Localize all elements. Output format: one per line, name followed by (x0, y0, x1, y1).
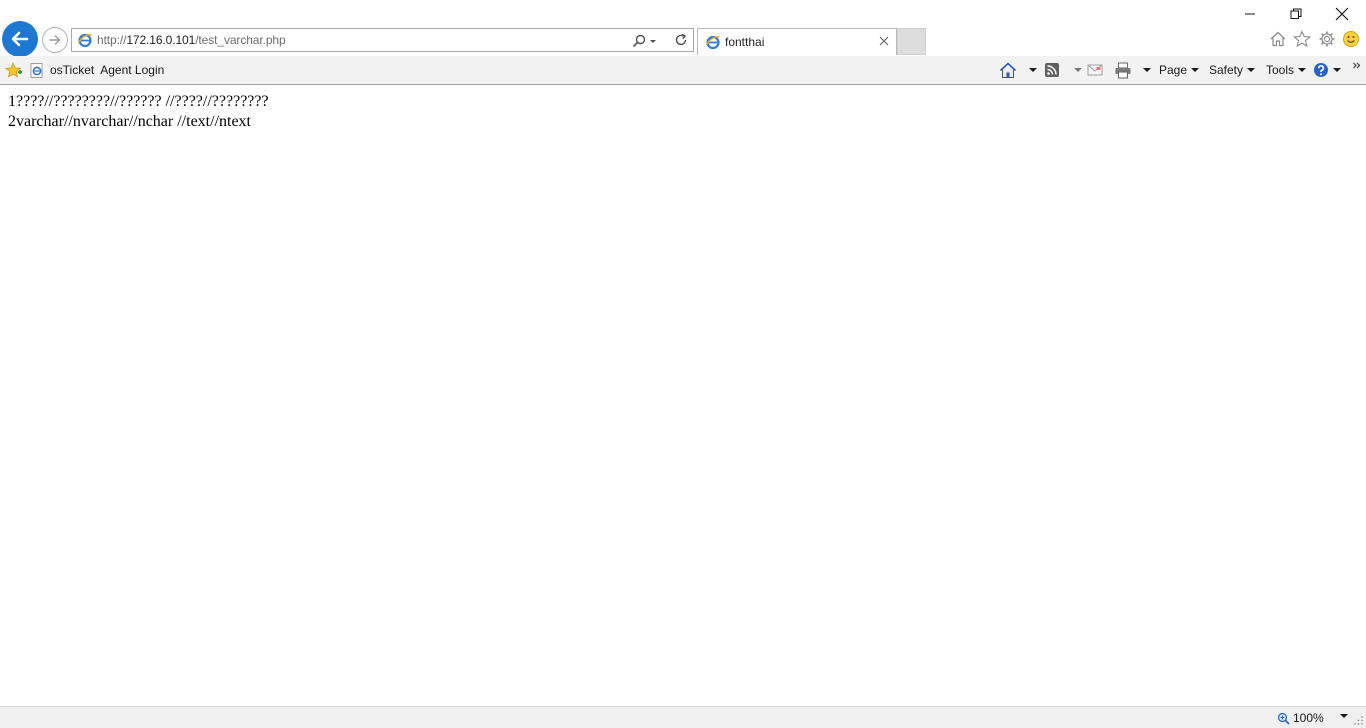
command-help-menu[interactable] (1313, 61, 1341, 79)
chevron-down-icon (1143, 68, 1151, 72)
search-icon (632, 34, 646, 48)
chevron-down-icon (1029, 68, 1037, 72)
zoom-magnifier-icon (1277, 712, 1290, 725)
command-home-button[interactable] (999, 61, 1017, 79)
restore-icon (1290, 8, 1302, 19)
chevron-down-icon[interactable] (1340, 714, 1348, 718)
favorites-button[interactable] (1292, 29, 1312, 49)
command-more-button[interactable] (1352, 57, 1362, 75)
print-icon (1115, 62, 1131, 78)
settings-button[interactable] (1317, 29, 1337, 49)
close-icon (1335, 7, 1349, 21)
tab-fontthai[interactable]: fontthai (697, 28, 897, 55)
address-search-button[interactable] (631, 33, 659, 49)
command-tools-menu[interactable]: Tools (1266, 61, 1307, 79)
favorites-star-icon (1293, 30, 1311, 48)
refresh-button[interactable] (673, 32, 689, 48)
new-tab-button[interactable] (897, 28, 926, 55)
address-url-text[interactable]: http://172.16.0.101/test_varchar.php (97, 33, 286, 47)
favorites-link-osticket[interactable]: osTicket Agent Login (30, 61, 164, 79)
chevron-down-icon (1247, 68, 1256, 72)
command-page-menu[interactable]: Page (1159, 61, 1200, 79)
page-menu-label: Page (1159, 63, 1188, 77)
url-path: /test_varchar.php (195, 33, 286, 47)
restore-button[interactable] (1279, 4, 1313, 24)
content-line-1: 1????//????????//?????? //????//???????? (8, 93, 269, 110)
address-bar[interactable]: http://172.16.0.101/test_varchar.php (71, 28, 694, 52)
ie-page-icon (77, 33, 92, 48)
command-feeds-button[interactable] (1044, 61, 1060, 79)
feeds-icon (1045, 63, 1059, 77)
resize-grip-icon[interactable] (1352, 714, 1364, 726)
url-scheme: http:// (97, 33, 127, 47)
ie-page-icon (705, 35, 720, 50)
settings-gear-icon (1319, 31, 1335, 47)
minimize-button[interactable] (1233, 4, 1267, 24)
command-safety-menu[interactable]: Safety (1209, 61, 1256, 79)
back-button[interactable] (2, 21, 38, 57)
favorites-link-label: osTicket Agent Login (50, 63, 165, 77)
command-print-button[interactable] (1114, 61, 1132, 79)
home-icon (1270, 31, 1286, 47)
chevron-down-icon (1333, 68, 1341, 72)
zoom-level: 100% (1293, 711, 1324, 725)
tools-menu-label: Tools (1266, 63, 1295, 77)
page-content: 1????//????????//?????? //????//????????… (0, 85, 1366, 706)
back-arrow-icon (11, 31, 29, 47)
close-window-button[interactable] (1325, 4, 1359, 24)
feedback-button[interactable] (1341, 29, 1361, 49)
ie-page-icon (30, 62, 43, 78)
feedback-smiley-icon (1343, 31, 1359, 47)
chevron-down-icon (1298, 68, 1307, 72)
safety-menu-label: Safety (1209, 63, 1244, 77)
chevron-down-icon (650, 39, 656, 43)
home-icon (999, 61, 1017, 78)
chevron-more-icon (1353, 62, 1361, 69)
url-host: 172.16.0.101 (126, 33, 196, 47)
browser-title-area: http://172.16.0.101/test_varchar.php fon… (0, 0, 1366, 57)
zoom-button[interactable]: 100% (1277, 710, 1324, 726)
content-line-2: 2varchar//nvarchar//nchar //text//ntext (8, 113, 251, 130)
chevron-down-icon (1191, 68, 1200, 72)
command-feeds-dropdown[interactable] (1070, 61, 1082, 79)
read-mail-icon (1087, 64, 1103, 76)
close-icon[interactable] (878, 35, 890, 47)
refresh-icon (675, 33, 687, 46)
tab-title: fontthai (725, 35, 765, 49)
favorites-command-bar: osTicket Agent Login Page Safety Tools (0, 56, 1366, 85)
favorites-add-star-icon[interactable] (5, 62, 23, 79)
minimize-icon (1245, 13, 1255, 15)
help-icon (1314, 63, 1328, 77)
status-bar: 100% (0, 706, 1366, 728)
forward-button[interactable] (42, 27, 68, 53)
command-read-mail-button[interactable] (1087, 61, 1103, 79)
forward-arrow-icon (49, 35, 61, 45)
command-print-dropdown[interactable] (1139, 61, 1151, 79)
chevron-down-icon (1074, 68, 1082, 72)
command-home-dropdown[interactable] (1025, 61, 1037, 79)
home-button[interactable] (1268, 29, 1288, 49)
